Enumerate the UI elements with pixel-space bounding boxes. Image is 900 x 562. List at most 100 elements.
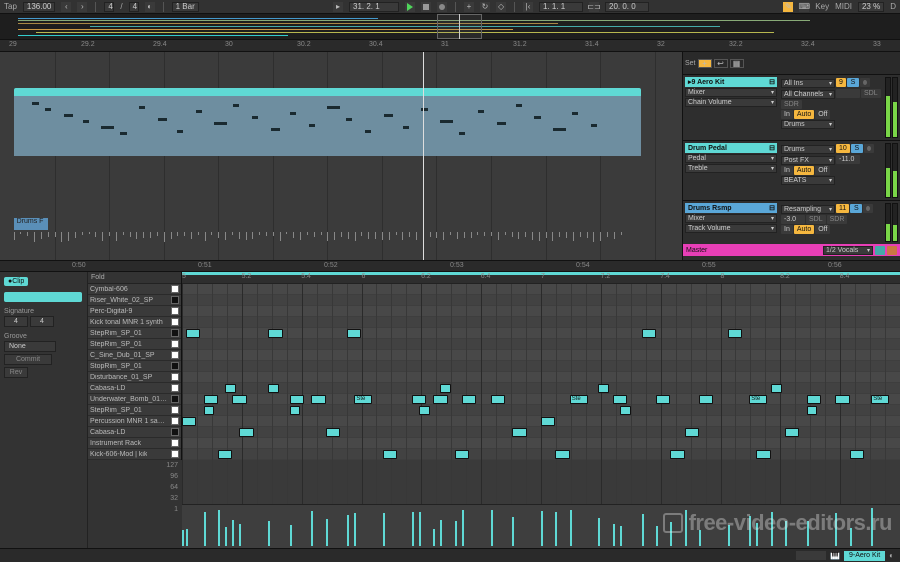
input-type[interactable]: All Ins: [781, 79, 835, 88]
midi-note[interactable]: [656, 395, 670, 404]
midi-note[interactable]: [182, 417, 196, 426]
track-header-drums-rsmp[interactable]: Drums Rsmp⊟ Mixer Track Volume Resamplin…: [683, 200, 900, 244]
midi-note[interactable]: [290, 406, 301, 415]
arm-button[interactable]: [864, 144, 874, 153]
monitor-off[interactable]: Off: [815, 166, 830, 175]
midi-note[interactable]: [186, 329, 200, 338]
param-dropdown[interactable]: Chain Volume: [685, 98, 777, 107]
automation-mode-icon[interactable]: +: [698, 59, 712, 68]
midi-clip-aero-kit[interactable]: [14, 88, 641, 156]
midi-note[interactable]: [433, 395, 447, 404]
loop-toggle-icon[interactable]: ⊏⊐: [589, 2, 599, 12]
mixer-section-icon[interactable]: ▦: [730, 59, 744, 68]
output-routing[interactable]: Drums: [781, 120, 835, 129]
midi-note[interactable]: [290, 395, 304, 404]
quantize-menu[interactable]: 1 Bar: [172, 2, 199, 12]
keyboard-icon[interactable]: ⌨: [799, 2, 809, 12]
param-dropdown[interactable]: Track Volume: [685, 224, 777, 233]
sig-denominator[interactable]: 4: [129, 2, 139, 12]
fold-icon[interactable]: ⊟: [769, 204, 775, 212]
master-track[interactable]: Master 1/2 Vocals: [683, 244, 900, 256]
track-number[interactable]: 10: [836, 144, 850, 153]
midi-note[interactable]: [347, 329, 361, 338]
rev-button[interactable]: Rev: [4, 367, 28, 378]
device-dropdown[interactable]: Pedal: [685, 154, 777, 163]
solo-button[interactable]: S: [850, 204, 862, 213]
midi-note[interactable]: [670, 450, 684, 459]
midi-note[interactable]: [728, 329, 742, 338]
midi-note[interactable]: [204, 395, 218, 404]
midi-note[interactable]: [440, 384, 451, 393]
midi-note[interactable]: [419, 406, 430, 415]
clip-sig-denominator[interactable]: 4: [30, 316, 54, 327]
output-routing[interactable]: BEATS: [781, 176, 835, 185]
midi-note[interactable]: [541, 417, 555, 426]
input-channel[interactable]: All Channels: [781, 90, 835, 99]
fold-icon[interactable]: ⊟: [769, 144, 775, 152]
arrangement-overview[interactable]: [0, 14, 900, 40]
midi-note[interactable]: [268, 329, 282, 338]
midi-note[interactable]: [685, 428, 699, 437]
drum-row[interactable]: StepRim_SP_01: [88, 328, 181, 339]
drum-row[interactable]: Underwater_Bomb_01_SP: [88, 394, 181, 405]
midi-note[interactable]: [642, 329, 656, 338]
metronome-up-icon[interactable]: ›: [77, 2, 87, 12]
midi-note[interactable]: [383, 450, 397, 459]
midi-note[interactable]: [807, 395, 821, 404]
send-b[interactable]: SDR: [781, 100, 802, 109]
send-a[interactable]: SDL: [806, 215, 826, 224]
device-dropdown[interactable]: Mixer: [685, 214, 777, 223]
monitor-auto[interactable]: Auto: [794, 110, 814, 119]
drum-row[interactable]: StepRim_SP_01: [88, 405, 181, 416]
midi-note[interactable]: [311, 395, 325, 404]
midi-note[interactable]: Ste: [570, 395, 588, 404]
tempo-field[interactable]: 136.00: [23, 2, 55, 12]
monitor-auto[interactable]: Auto: [794, 225, 814, 234]
drum-row[interactable]: Instrument Rack: [88, 438, 181, 449]
solo-button[interactable]: S: [847, 78, 859, 87]
drum-row[interactable]: Disturbance_01_SP: [88, 372, 181, 383]
drum-row[interactable]: C_Sine_Dub_01_SP: [88, 350, 181, 361]
midi-note[interactable]: [613, 395, 627, 404]
midi-note[interactable]: [225, 384, 236, 393]
loop-position[interactable]: 1. 1. 1: [539, 2, 583, 12]
midi-track-display[interactable]: 9-Aero Kit: [844, 551, 885, 561]
midi-note[interactable]: [756, 450, 770, 459]
input-channel[interactable]: Post FX: [781, 156, 835, 165]
midi-note[interactable]: [598, 384, 609, 393]
return-tracks-icon[interactable]: ↩: [714, 59, 728, 68]
midi-note[interactable]: [785, 428, 799, 437]
midi-note[interactable]: Ste: [354, 395, 372, 404]
seconds-ruler[interactable]: 0:50 0:51 0:52 0:53 0:54 0:55 0:56: [0, 260, 900, 272]
drum-row[interactable]: Percussion MNR 1 sample: [88, 416, 181, 427]
track-number[interactable]: 9: [836, 78, 846, 87]
midi-note[interactable]: [218, 450, 232, 459]
drum-row[interactable]: Kick tonal MNR 1 synth: [88, 317, 181, 328]
param-dropdown[interactable]: Treble: [685, 164, 777, 173]
automation-arm-icon[interactable]: ↻: [480, 2, 490, 12]
volume-readout[interactable]: -11.0: [836, 155, 860, 164]
send-a[interactable]: SDL: [861, 89, 881, 98]
loop-start-icon[interactable]: |‹: [523, 2, 533, 12]
monitor-in[interactable]: In: [781, 225, 793, 234]
arrangement-ruler[interactable]: 29 29.2 29.4 30 30.2 30.4 31 31.2 31.4 3…: [0, 40, 900, 52]
clip-sig-numerator[interactable]: 4: [4, 316, 28, 327]
play-button[interactable]: [405, 2, 415, 12]
stop-button[interactable]: [421, 2, 431, 12]
record-button[interactable]: [437, 2, 447, 12]
arm-button[interactable]: [863, 204, 873, 213]
monitor-auto[interactable]: Auto: [794, 166, 814, 175]
clip-tab[interactable]: ● Clip: [4, 277, 28, 286]
midi-label[interactable]: MIDI: [835, 2, 852, 11]
track-header-aero-kit[interactable]: ▸ 9 Aero Kit⊟ Mixer Chain Volume All Ins…: [683, 74, 900, 140]
monitor-off[interactable]: Off: [815, 110, 830, 119]
drum-row[interactable]: Cabasa-LD: [88, 383, 181, 394]
track-number[interactable]: 11: [836, 204, 849, 213]
arrangement-tracks[interactable]: Drums F for(let i=0;i<90;i++){document.w…: [0, 52, 682, 260]
midi-note[interactable]: [455, 450, 469, 459]
drum-row[interactable]: Cabasa-LD: [88, 427, 181, 438]
drum-row[interactable]: StepRim_SP_01: [88, 339, 181, 350]
track-header-drum-pedal[interactable]: Drum Pedal⊟ Pedal Treble Drums 10 S Post…: [683, 140, 900, 200]
velocity-lane[interactable]: [182, 504, 900, 548]
device-dropdown[interactable]: Mixer: [685, 88, 777, 97]
